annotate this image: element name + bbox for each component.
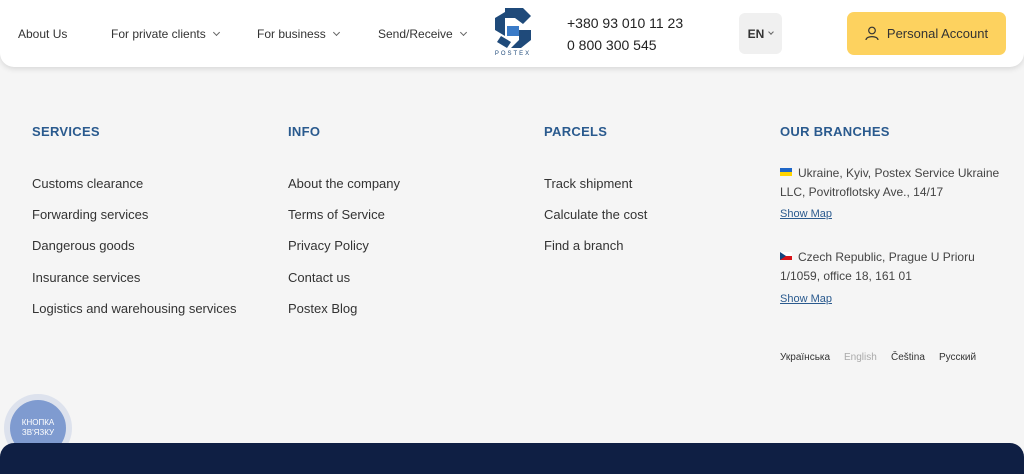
site-header: About Us For private clients For busines… — [0, 0, 1024, 67]
lang-czech[interactable]: Čeština — [891, 352, 925, 363]
nav-about-us-label: About Us — [18, 27, 68, 41]
postex-logo[interactable]: POSTEX — [490, 6, 536, 62]
ukraine-flag-icon — [780, 168, 792, 176]
link-privacy-policy[interactable]: Privacy Policy — [288, 238, 369, 253]
nav-private-clients-label: For private clients — [111, 27, 206, 41]
nav-about-us[interactable]: About Us — [18, 27, 67, 41]
branches-title: OUR BRANCHES — [780, 124, 890, 139]
user-icon — [865, 26, 879, 41]
show-map-ukraine[interactable]: Show Map — [780, 208, 832, 220]
branch-ukraine-address: Ukraine, Kyiv, Postex Service Ukraine LL… — [780, 166, 1000, 199]
lang-ukrainian[interactable]: Українська — [780, 352, 830, 363]
bottom-footer-band — [0, 443, 1024, 474]
personal-account-label: Personal Account — [886, 26, 989, 41]
nav-private-clients[interactable]: For private clients — [111, 27, 220, 41]
link-find-branch[interactable]: Find a branch — [544, 238, 624, 253]
chevron-down-icon — [459, 28, 467, 37]
link-postex-blog[interactable]: Postex Blog — [288, 301, 357, 316]
link-calculate-cost[interactable]: Calculate the cost — [544, 207, 647, 222]
parcels-title: PARCELS — [544, 124, 608, 139]
branch-czech: Czech Republic, Prague U Prioru 1/1059, … — [780, 248, 1000, 286]
nav-for-business[interactable]: For business — [257, 27, 340, 41]
link-logistics-warehousing[interactable]: Logistics and warehousing services — [32, 301, 237, 316]
personal-account-button[interactable]: Personal Account — [847, 12, 1006, 55]
services-title: SERVICES — [32, 124, 100, 139]
link-forwarding-services[interactable]: Forwarding services — [32, 207, 148, 222]
link-customs-clearance[interactable]: Customs clearance — [32, 176, 143, 191]
link-track-shipment[interactable]: Track shipment — [544, 176, 632, 191]
czech-flag-icon — [780, 252, 792, 260]
phone-numbers: +380 93 010 11 23 0 800 300 545 — [567, 12, 683, 56]
link-dangerous-goods[interactable]: Dangerous goods — [32, 238, 135, 253]
postex-logo-icon — [495, 8, 531, 48]
chevron-down-icon — [768, 29, 775, 35]
chevron-down-icon — [332, 28, 340, 37]
link-about-company[interactable]: About the company — [288, 176, 400, 191]
phone-mobile[interactable]: +380 93 010 11 23 — [567, 12, 683, 34]
nav-send-receive-label: Send/Receive — [378, 27, 453, 41]
language-selector[interactable]: EN — [739, 13, 782, 54]
nav-for-business-label: For business — [257, 27, 326, 41]
branch-ukraine: Ukraine, Kyiv, Postex Service Ukraine LL… — [780, 164, 1000, 202]
contact-float-button-label: КНОПКА ЗВ'ЯЗКУ — [21, 418, 55, 437]
info-title: INFO — [288, 124, 321, 139]
link-contact-us[interactable]: Contact us — [288, 270, 350, 285]
link-terms-of-service[interactable]: Terms of Service — [288, 207, 385, 222]
branch-czech-address: Czech Republic, Prague U Prioru 1/1059, … — [780, 250, 975, 283]
phone-hotline[interactable]: 0 800 300 545 — [567, 34, 683, 56]
lang-english[interactable]: English — [844, 352, 877, 363]
show-map-czech[interactable]: Show Map — [780, 293, 832, 305]
language-selector-label: EN — [747, 26, 765, 41]
nav-send-receive[interactable]: Send/Receive — [378, 27, 467, 41]
link-insurance-services[interactable]: Insurance services — [32, 270, 140, 285]
chevron-down-icon — [212, 28, 220, 37]
logo-text: POSTEX — [494, 51, 532, 57]
lang-russian[interactable]: Русский — [939, 352, 976, 363]
